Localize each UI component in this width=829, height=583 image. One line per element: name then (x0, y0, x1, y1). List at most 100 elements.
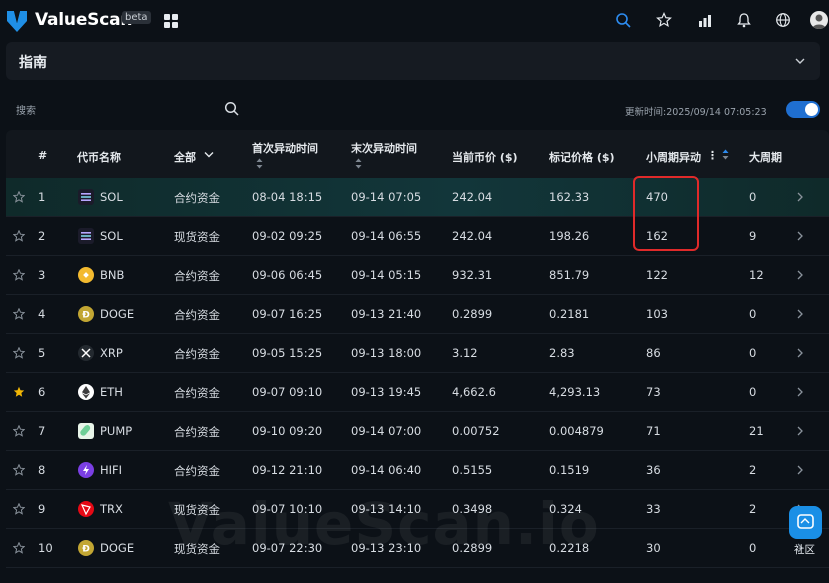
guide-title: 指南 (19, 55, 47, 71)
chevron-right-icon[interactable] (796, 348, 804, 358)
rank-cell: 4 (38, 307, 46, 321)
mark-price-cell: 0.2181 (549, 307, 590, 321)
last-time-cell: 09-13 21:40 (351, 307, 422, 321)
bell-icon[interactable] (736, 12, 752, 28)
table-row[interactable]: 1 SOL 合约资金 08-04 18:15 09-14 07:05 242.04 162.… (6, 178, 829, 217)
sol-icon (78, 189, 94, 205)
header-last-time[interactable]: 末次异动时间 (351, 140, 417, 156)
chart-bar-icon[interactable] (697, 12, 713, 28)
chat-icon (797, 514, 814, 529)
header-small-cycle[interactable]: 小周期异动 (646, 149, 701, 165)
favorite-star-icon[interactable] (13, 308, 25, 320)
chevron-right-icon[interactable] (796, 270, 804, 280)
top-bar: ValueScan beta (0, 0, 829, 40)
mark-price-cell: 198.26 (549, 229, 590, 243)
filter-dropdown[interactable]: 全部 (174, 149, 196, 165)
last-time-cell: 09-13 18:00 (351, 346, 422, 360)
more-vertical-icon[interactable]: ⋮ (707, 149, 718, 162)
doge-icon: Ð (78, 306, 94, 322)
apps-grid-icon[interactable] (164, 14, 178, 28)
large-cycle-cell: 0 (749, 385, 757, 399)
last-time-cell: 09-14 07:05 (351, 190, 422, 204)
favorite-star-icon[interactable] (13, 503, 25, 515)
last-time-cell: 09-14 06:55 (351, 229, 422, 243)
last-time-cell: 09-14 05:15 (351, 268, 422, 282)
large-cycle-cell: 0 (749, 346, 757, 360)
last-time-cell: 09-13 19:45 (351, 385, 422, 399)
coin-name-cell[interactable]: PUMP (100, 424, 132, 438)
coin-name-cell[interactable]: XRP (100, 346, 123, 360)
table-row[interactable]: 5 XRP 合约资金 09-05 15:25 09-13 18:00 3.12 2.83 86… (6, 334, 829, 373)
rank-cell: 1 (38, 190, 46, 204)
header-first-time[interactable]: 首次异动时间 (252, 140, 318, 156)
small-cycle-cell: 33 (646, 502, 661, 516)
small-cycle-cell: 36 (646, 463, 661, 477)
rank-cell: 2 (38, 229, 46, 243)
coin-name-cell[interactable]: SOL (100, 229, 123, 243)
user-avatar[interactable] (810, 11, 828, 29)
chevron-right-icon[interactable] (796, 387, 804, 397)
table-row[interactable]: 7 PUMP 合约资金 09-10 09:20 09-14 07:00 0.00752 0.… (6, 412, 829, 451)
header-current-price: 当前币价 ($) (452, 151, 518, 164)
update-time: 更新时间:2025/09/14 07:05:23 (625, 107, 767, 118)
header-rank: # (38, 149, 48, 162)
community-button[interactable] (789, 506, 822, 539)
large-cycle-cell: 9 (749, 229, 757, 243)
star-icon[interactable] (656, 12, 672, 28)
mark-price-cell: 4,293.13 (549, 385, 601, 399)
coin-name-cell[interactable]: DOGE (100, 307, 134, 321)
favorite-star-icon[interactable] (13, 347, 25, 359)
coin-name-cell[interactable]: TRX (100, 502, 123, 516)
search-input[interactable] (12, 98, 232, 118)
first-time-cell: 09-10 09:20 (252, 424, 323, 438)
chevron-right-icon[interactable] (796, 231, 804, 241)
header-mark-price: 标记价格 ($) (549, 151, 615, 164)
coin-name-cell[interactable]: BNB (100, 268, 124, 282)
table-row[interactable]: 6 ETH 合约资金 09-07 09:10 09-13 19:45 4,662.6 4,2… (6, 373, 829, 412)
globe-icon[interactable] (775, 12, 791, 28)
rank-cell: 10 (38, 541, 53, 555)
chevron-right-icon[interactable] (796, 309, 804, 319)
chevron-down-icon[interactable] (794, 55, 806, 67)
brand-name[interactable]: ValueScan (35, 10, 132, 30)
search-icon[interactable] (615, 12, 631, 28)
favorite-star-icon[interactable] (13, 464, 25, 476)
community-label[interactable]: 社区 (794, 542, 815, 557)
chevron-right-icon[interactable] (796, 465, 804, 475)
small-cycle-cell: 30 (646, 541, 661, 555)
coin-name-cell[interactable]: HIFI (100, 463, 122, 477)
price-cell: 242.04 (452, 190, 493, 204)
sort-icon[interactable] (722, 149, 729, 160)
chevron-down-icon[interactable] (204, 151, 214, 159)
last-time-cell: 09-14 07:00 (351, 424, 422, 438)
valuescan-logo-icon[interactable] (6, 9, 28, 33)
sort-icon[interactable] (256, 158, 263, 169)
favorite-star-icon[interactable] (13, 386, 25, 398)
guide-panel[interactable]: 指南 (6, 42, 820, 80)
favorite-star-icon[interactable] (13, 269, 25, 281)
small-cycle-cell: 73 (646, 385, 661, 399)
first-time-cell: 09-06 06:45 (252, 268, 323, 282)
hifi-icon (78, 462, 94, 478)
favorite-star-icon[interactable] (13, 191, 25, 203)
table-row[interactable]: 2 SOL 现货资金 09-02 09:25 09-14 06:55 242.04 198.… (6, 217, 829, 256)
chevron-right-icon[interactable] (796, 426, 804, 436)
pump-icon (78, 423, 94, 439)
table-row[interactable]: Ð 4 DOGE 合约资金 09-07 16:25 09-13 21:40 0.2899 0.… (6, 295, 829, 334)
favorite-star-icon[interactable] (13, 425, 25, 437)
price-cell: 932.31 (452, 268, 493, 282)
table-row[interactable]: 8 HIFI 合约资金 09-12 21:10 09-14 06:40 0.5155 0.1… (6, 451, 829, 490)
search-icon[interactable] (224, 101, 239, 116)
favorite-star-icon[interactable] (13, 230, 25, 242)
rank-cell: 7 (38, 424, 46, 438)
coin-name-cell[interactable]: SOL (100, 190, 123, 204)
chevron-right-icon[interactable] (796, 192, 804, 202)
sort-icon[interactable] (355, 158, 362, 169)
table-row[interactable]: 3 BNB 合约资金 09-06 06:45 09-14 05:15 932.31 851.… (6, 256, 829, 295)
coin-name-cell[interactable]: DOGE (100, 541, 134, 555)
coin-name-cell[interactable]: ETH (100, 385, 123, 399)
header-large-cycle: 大周期 (749, 151, 782, 164)
fund-type-cell: 合约资金 (174, 308, 220, 322)
auto-refresh-toggle[interactable] (786, 101, 820, 118)
favorite-star-icon[interactable] (13, 542, 25, 554)
